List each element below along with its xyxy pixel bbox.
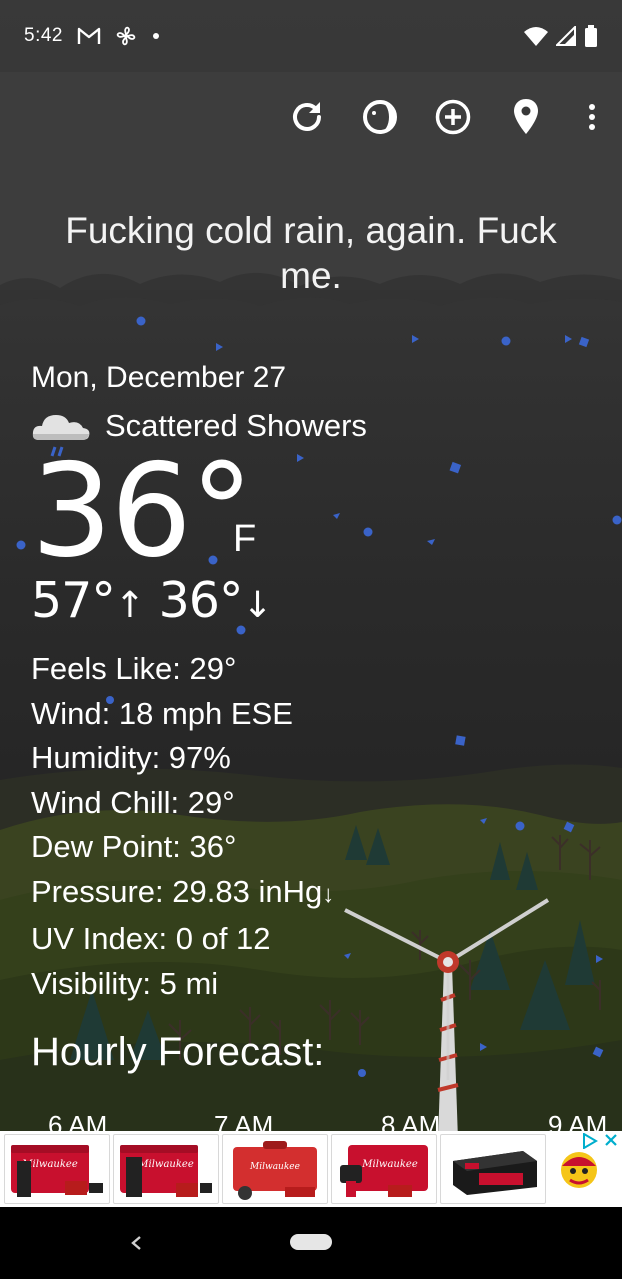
refresh-button[interactable] — [270, 88, 343, 146]
wind-chill: Wind Chill: 29° — [31, 784, 235, 820]
ad-controls — [582, 1133, 618, 1149]
feels-like: Feels Like: 29° — [31, 651, 237, 686]
ad-product-nailer-kit-1[interactable]: Milwaukee — [4, 1134, 110, 1204]
brand-logo: Milwaukee — [249, 1162, 300, 1172]
mascot-logo-icon — [561, 1152, 597, 1188]
signal-icon — [556, 26, 576, 46]
back-icon[interactable] — [124, 1229, 148, 1257]
wind: Wind: 18 mph ESE — [31, 695, 293, 731]
status-time: 5:42 — [24, 25, 63, 46]
close-icon[interactable] — [604, 1133, 618, 1147]
more-options-button[interactable] — [562, 88, 622, 146]
nailer-kit-icon: Milwaukee — [120, 1145, 212, 1197]
temperature-row: 36° F — [31, 448, 591, 576]
status-bar: 5:42 — [0, 0, 622, 72]
ad-product-impact-wrench-kit[interactable]: Milwaukee — [331, 1134, 437, 1204]
hourly-forecast-title: Hourly Forecast: — [31, 1030, 325, 1074]
ad-banner[interactable]: Milwaukee Milwaukee Milwaukee Milwaukee — [0, 1131, 622, 1207]
home-pill-icon[interactable] — [289, 1233, 333, 1251]
humidity: Humidity: 97% — [31, 740, 231, 775]
theme-icon — [362, 100, 397, 134]
uv-index: UV Index: 0 of 12 — [31, 921, 271, 956]
ad-product-nailer-kit-2[interactable]: Milwaukee — [113, 1134, 219, 1204]
battery-pack-icon — [453, 1151, 537, 1195]
action-toolbar — [270, 88, 622, 146]
ad-product-tool-case[interactable]: Milwaukee — [222, 1134, 328, 1204]
add-location-icon — [435, 99, 470, 135]
battery-icon — [585, 25, 597, 47]
add-location-button[interactable] — [416, 88, 489, 146]
current-temperature: 36° — [31, 437, 254, 586]
pressure: Pressure: 29.83 inHg↓ — [31, 870, 591, 918]
pressure-trend-icon: ↓ — [322, 880, 335, 908]
theme-button[interactable] — [343, 88, 416, 146]
low-arrow-icon: ↓ — [242, 585, 272, 626]
weather-background: 5:42 Fucking cold rain, again. Fuck me. … — [0, 0, 622, 1207]
nailer-kit-icon: Milwaukee — [11, 1145, 103, 1197]
system-nav-bar — [0, 1207, 622, 1279]
high-arrow-icon: ↑ — [114, 585, 145, 626]
gmail-icon — [77, 27, 101, 44]
temperature-unit: F — [233, 518, 257, 560]
visibility: Visibility: 5 mi — [31, 965, 219, 1001]
location-button[interactable] — [489, 88, 562, 146]
dot-icon — [152, 33, 159, 39]
tool-case-icon: Milwaukee — [233, 1141, 317, 1200]
current-conditions: Mon, December 27 Scattered Showers 36° F… — [31, 358, 591, 1006]
weather-details: Feels Like: 29° Wind: 18 mph ESE Humidit… — [31, 647, 591, 1006]
pressure-value: Pressure: 29.83 inHg — [31, 873, 323, 909]
adchoices-icon[interactable] — [582, 1133, 598, 1149]
weather-headline: Fucking cold rain, again. Fuck me. — [65, 210, 557, 296]
brand-logo: Milwaukee — [361, 1159, 418, 1170]
ad-product-battery-pack[interactable] — [440, 1134, 546, 1204]
current-date: Mon, December 27 — [31, 361, 287, 394]
wifi-icon — [524, 27, 548, 46]
location-pin-icon — [513, 99, 538, 134]
more-vert-icon — [589, 104, 595, 130]
refresh-icon — [292, 102, 321, 131]
brand-logo: Milwaukee — [137, 1159, 194, 1170]
dew-point: Dew Point: 36° — [31, 829, 237, 864]
impact-wrench-kit-icon: Milwaukee — [340, 1145, 428, 1197]
fan-icon — [116, 26, 136, 46]
